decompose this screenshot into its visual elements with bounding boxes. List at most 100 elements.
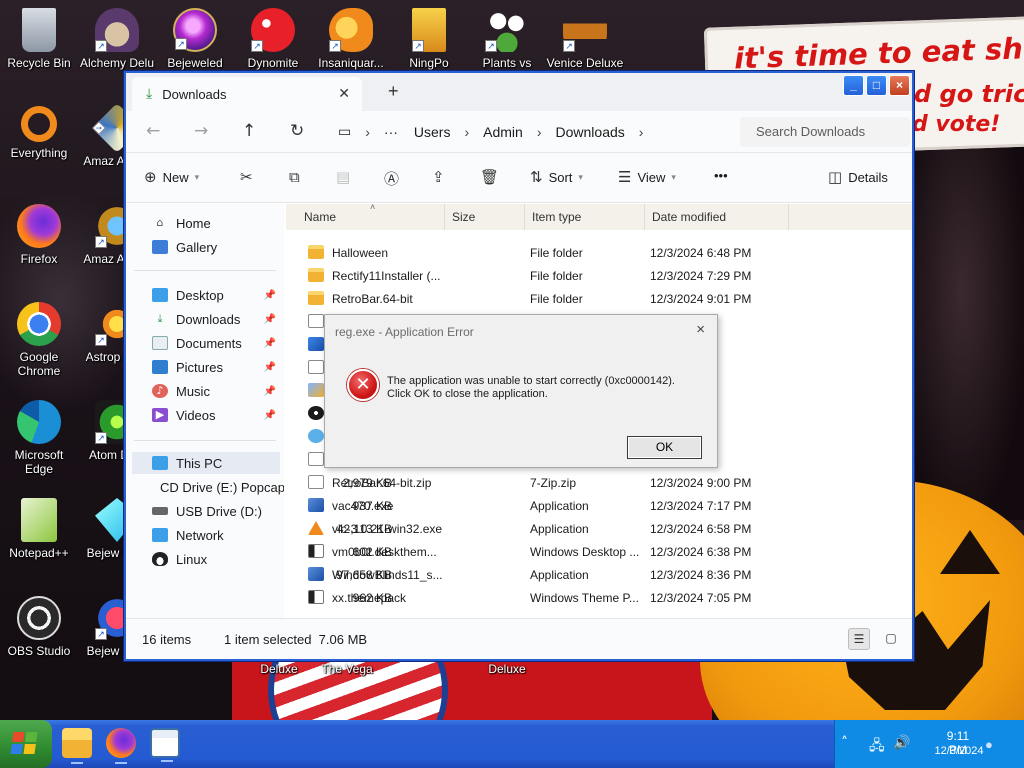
nav-item-pictures[interactable]: Pictures 📌 (152, 356, 280, 378)
column-divider[interactable] (644, 204, 645, 230)
desktop-icon-insaniquarium[interactable]: ↗ Insaniquar... (312, 8, 390, 70)
desktop-icon-recycle-bin[interactable]: Recycle Bin (0, 8, 78, 70)
pin-icon[interactable]: 📌 (264, 362, 276, 373)
file-row[interactable]: WindowBlinds11_s... 97,658 KB Application 1… (298, 564, 898, 587)
desktop-icon-plants-vs-zombies[interactable]: ↗ Plants vs (468, 8, 546, 70)
desktop-icon-ningpo[interactable]: ↗ NingPo (390, 8, 468, 70)
file-row[interactable]: RetroBar.64-bit File folder 12/3/2024 9:01… (298, 288, 898, 311)
breadcrumb-item[interactable]: Downloads (556, 124, 625, 140)
details-view-button[interactable]: ☰ (848, 628, 870, 650)
desktop-icon-bejeweled[interactable]: ↗ Bejeweled (156, 8, 234, 70)
desktop-icon-notepadpp[interactable]: Notepad++ (0, 498, 78, 560)
search-input[interactable]: Search Downloads (740, 117, 910, 147)
chevron-right-icon[interactable]: › (365, 124, 370, 140)
file-row[interactable]: vlc-3.0.21-win32.exe 42,113 KB Application… (298, 518, 898, 541)
taskbar-firefox[interactable] (106, 728, 136, 764)
copy-button[interactable]: ⧉ (289, 168, 300, 186)
nav-item-music[interactable]: ♪ Music 📌 (152, 380, 280, 402)
column-header-size[interactable]: Size (452, 210, 475, 224)
nav-item-home[interactable]: ⌂ Home (152, 212, 280, 234)
column-header-name[interactable]: Name (304, 210, 336, 224)
desktop-icon-firefox[interactable]: Firefox (0, 204, 78, 266)
show-hidden-icons-chevron-icon[interactable]: ˄ (841, 735, 848, 751)
column-divider[interactable] (788, 204, 789, 230)
pin-icon[interactable]: 📌 (264, 386, 276, 397)
minimize-button[interactable]: _ (843, 75, 864, 96)
dialog-close-icon[interactable]: × (696, 321, 705, 338)
nav-item-network[interactable]: Network (152, 524, 280, 546)
start-button[interactable] (0, 720, 52, 768)
ok-button[interactable]: OK (627, 436, 702, 459)
forward-arrow-icon[interactable]: → (194, 121, 208, 141)
breadcrumb-item[interactable]: Users (414, 124, 451, 140)
folder-icon (308, 268, 324, 282)
up-arrow-icon[interactable]: ↑ (242, 121, 256, 141)
close-button[interactable]: × (889, 75, 910, 96)
view-button[interactable]: ☰ View ▾ (618, 168, 676, 186)
share-button[interactable]: ⇪ (432, 168, 445, 186)
rename-button[interactable]: Ⓐ (384, 168, 399, 189)
file-row[interactable]: vac470.exe 937 KB Application 12/3/2024 7:1… (298, 495, 898, 518)
breadcrumb-overflow-icon[interactable]: ··· (384, 124, 398, 140)
details-pane-button[interactable]: ◫ Details (828, 168, 888, 186)
pin-icon[interactable]: 📌 (264, 314, 276, 325)
column-header-date[interactable]: Date modified (652, 210, 726, 224)
new-button[interactable]: ⊕ New ▾ (144, 168, 199, 186)
nav-item-documents[interactable]: Documents 📌 (152, 332, 280, 354)
desktop-icon-obs[interactable]: OBS Studio (0, 596, 78, 658)
volume-icon[interactable]: 🔊 (893, 735, 910, 751)
chevron-right-icon[interactable]: › (639, 124, 644, 140)
nav-item-desktop[interactable]: Desktop 📌 (152, 284, 280, 306)
network-icon[interactable]: 🖧 (869, 735, 885, 759)
desktop-icon-alchemy[interactable]: ↗ Alchemy Delu (78, 8, 156, 70)
pin-icon[interactable]: 📌 (264, 290, 276, 301)
show-desktop-icon[interactable]: ● (985, 737, 993, 752)
tiles-view-button[interactable]: ▢ (880, 628, 902, 650)
nav-item-usb-drive[interactable]: USB Drive (D:) (152, 500, 280, 522)
refresh-icon[interactable]: ↻ (290, 121, 304, 141)
pin-icon[interactable]: 📌 (264, 338, 276, 349)
paste-button[interactable]: ▤ (336, 168, 350, 186)
more-options-button[interactable]: ••• (714, 168, 728, 183)
music-icon: ♪ (152, 384, 168, 398)
file-row[interactable]: Rectify11Installer (... File folder 12/3/2… (298, 265, 898, 288)
back-arrow-icon[interactable]: ← (146, 121, 160, 141)
monitor-icon[interactable]: ▭ (338, 124, 351, 140)
desktop-icon-edge[interactable]: Microsoft Edge (0, 400, 78, 476)
file-row[interactable]: xx.themepack 962 KB Windows Theme P... 12/3… (298, 587, 898, 610)
delete-button[interactable]: 🗑 (480, 168, 499, 186)
tab-close-icon[interactable]: ✕ (338, 85, 350, 102)
desktop-icon-chrome[interactable]: Google Chrome (0, 302, 78, 378)
file-row[interactable]: RetroBar.64-bit.zip 2,979 KB 7-Zip.zip 12/3… (298, 472, 898, 495)
chevron-right-icon[interactable]: › (464, 124, 469, 140)
cut-button[interactable]: ✂ (240, 168, 253, 186)
desktop-icon-everything[interactable]: Everything (0, 106, 78, 160)
file-row[interactable]: vm0b0t.deskthem... 602 KB Windows Desktop … (298, 541, 898, 564)
tab-downloads[interactable]: ⤓ Downloads ✕ (132, 77, 362, 111)
new-tab-button[interactable]: + (388, 81, 399, 102)
column-header-type[interactable]: Item type (532, 210, 581, 224)
maximize-button[interactable]: □ (866, 75, 887, 96)
column-headers: Name ˄ Size Item type Date modified (286, 202, 912, 230)
nav-item-videos[interactable]: ▶ Videos 📌 (152, 404, 280, 426)
column-divider[interactable] (524, 204, 525, 230)
taskbar-file-explorer[interactable] (62, 728, 92, 764)
pin-icon[interactable]: 📌 (264, 410, 276, 421)
taskbar-app-window[interactable] (150, 728, 180, 762)
item-count: 16 items (142, 632, 192, 647)
nav-item-cd-drive[interactable]: CD Drive (E:) Popcap (152, 476, 284, 498)
nav-item-downloads[interactable]: ⤓ Downloads 📌 (152, 308, 280, 330)
nav-item-linux[interactable]: Linux (152, 548, 280, 570)
nav-item-gallery[interactable]: Gallery (152, 236, 280, 258)
file-row[interactable]: Halloween File folder 12/3/2024 6:48 PM (298, 242, 898, 265)
clock-date[interactable]: 12/3/2024 (925, 745, 993, 757)
desktop-icon-venice[interactable]: ↗ Venice Deluxe (546, 8, 624, 70)
breadcrumb-item[interactable]: Admin (483, 124, 523, 140)
status-bar: 16 items 1 item selected 7.06 MB ☰ ▢ (126, 618, 912, 659)
column-divider[interactable] (444, 204, 445, 230)
breadcrumb[interactable]: ▭ › ··· Users › Admin › Downloads › (330, 117, 730, 147)
chevron-right-icon[interactable]: › (537, 124, 542, 140)
nav-item-this-pc[interactable]: This PC (132, 452, 280, 474)
sort-button[interactable]: ⇅ Sort ▾ (530, 168, 583, 186)
desktop-icon-dynomite[interactable]: ↗ Dynomite (234, 8, 312, 70)
